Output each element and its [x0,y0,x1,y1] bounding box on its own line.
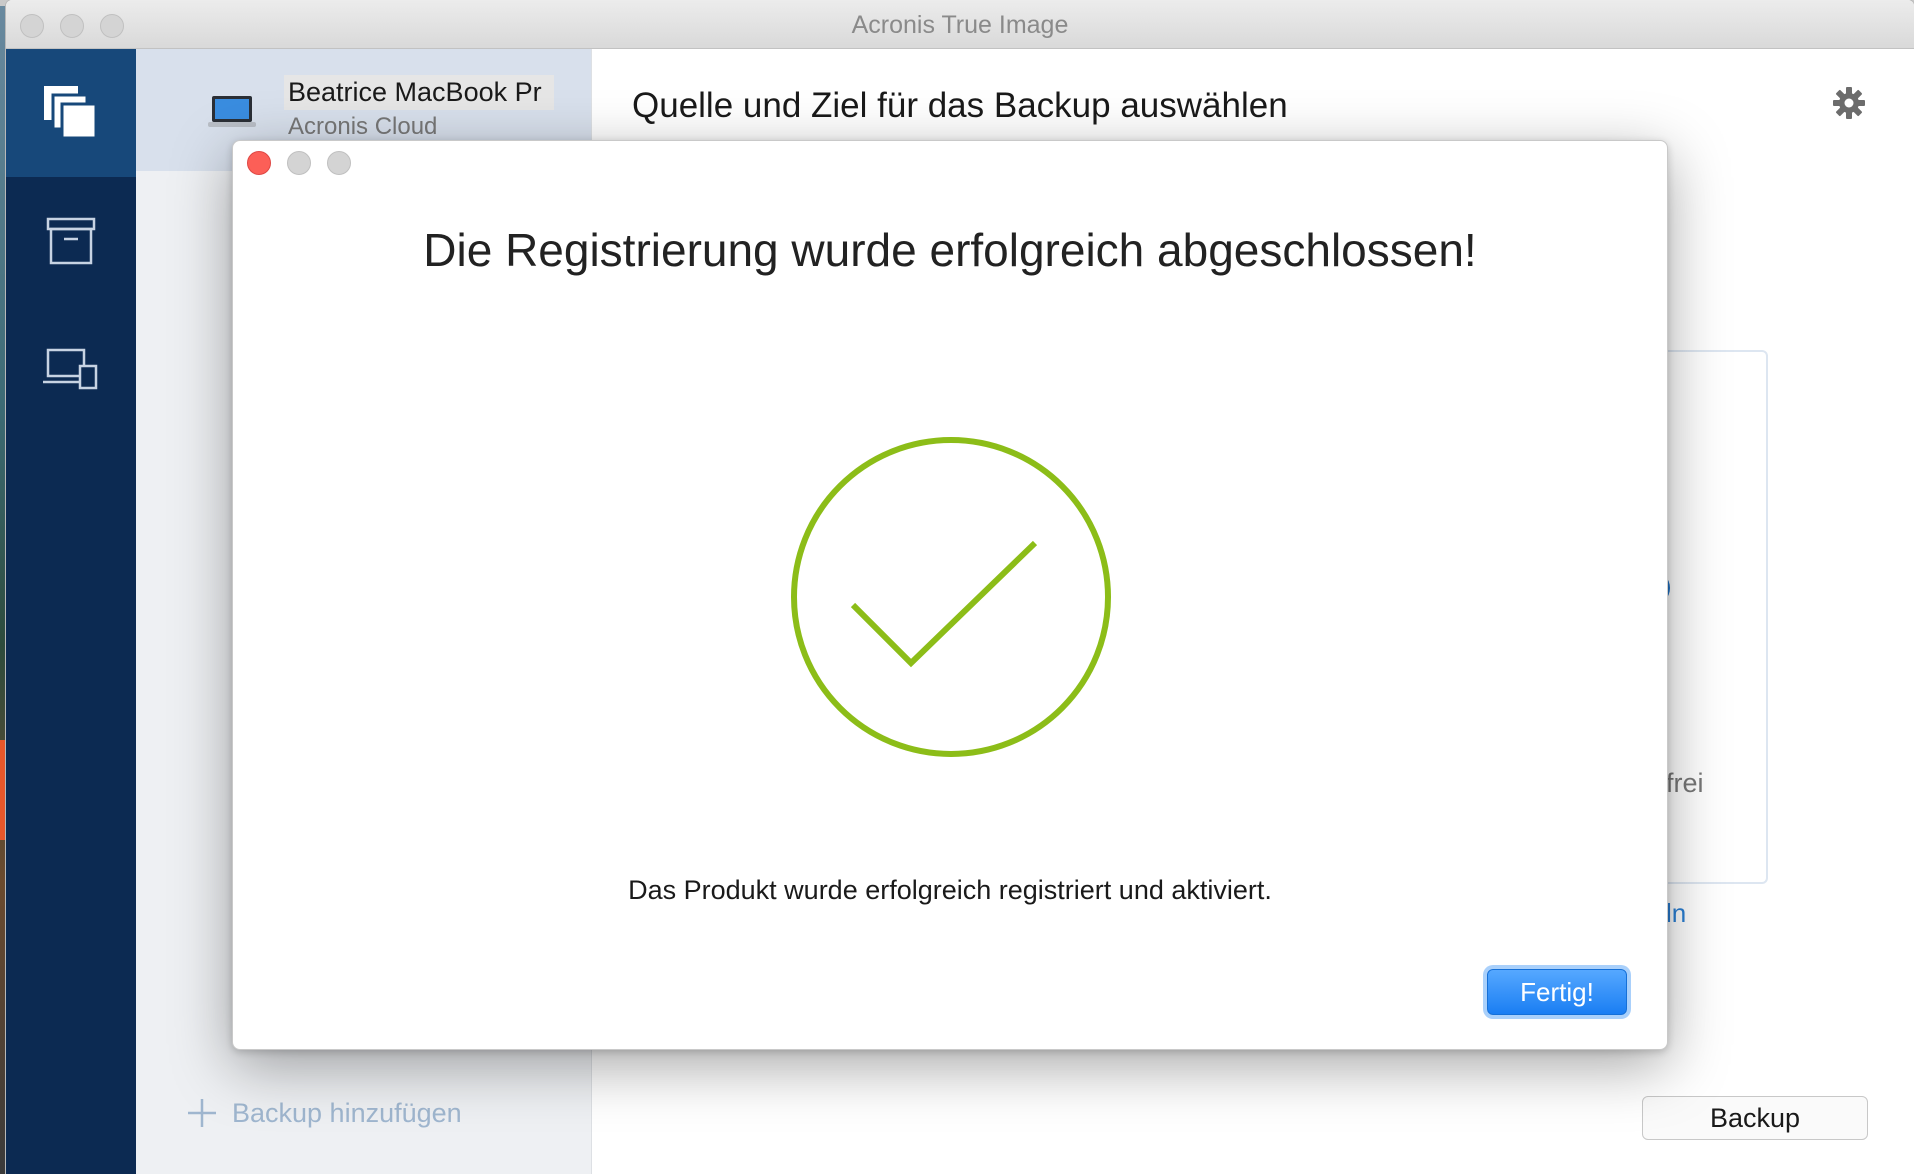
backup-copies-icon [44,86,98,140]
dialog-close-button[interactable] [247,151,271,175]
registration-dialog: Die Registrierung wurde erfolgreich abge… [232,140,1668,1050]
destination-link[interactable]: ln [1666,898,1686,929]
dialog-message: Das Produkt wurde erfolgreich registrier… [628,875,1272,905]
add-backup-button[interactable]: Backup hinzufügen [186,1097,462,1129]
dialog-minimize-button [287,151,311,175]
nav-backup[interactable] [6,49,136,177]
devices-icon [43,348,98,390]
archive-box-icon [46,217,96,265]
left-navigation [6,49,136,1174]
success-check-icon [791,437,1111,757]
laptop-icon [208,96,256,127]
title-bar: Acronis True Image [6,0,1914,49]
dialog-heading: Die Registrierung wurde erfolgreich abge… [423,224,1477,276]
backup-name: Beatrice MacBook Pr [284,75,554,110]
done-button[interactable]: Fertig! [1487,969,1627,1015]
gear-icon[interactable] [1832,86,1866,120]
nav-devices[interactable] [6,305,136,433]
dialog-zoom-button [327,151,351,175]
page-title: Quelle und Ziel für das Backup auswählen [632,86,1288,125]
free-space-label: frei [1666,768,1704,798]
backup-button[interactable]: Backup [1642,1096,1868,1140]
nav-archive[interactable] [6,177,136,305]
plus-icon [188,1099,216,1127]
backup-destination: Acronis Cloud [288,113,438,140]
add-backup-label: Backup hinzufügen [232,1097,462,1128]
window-title: Acronis True Image [851,11,1069,39]
